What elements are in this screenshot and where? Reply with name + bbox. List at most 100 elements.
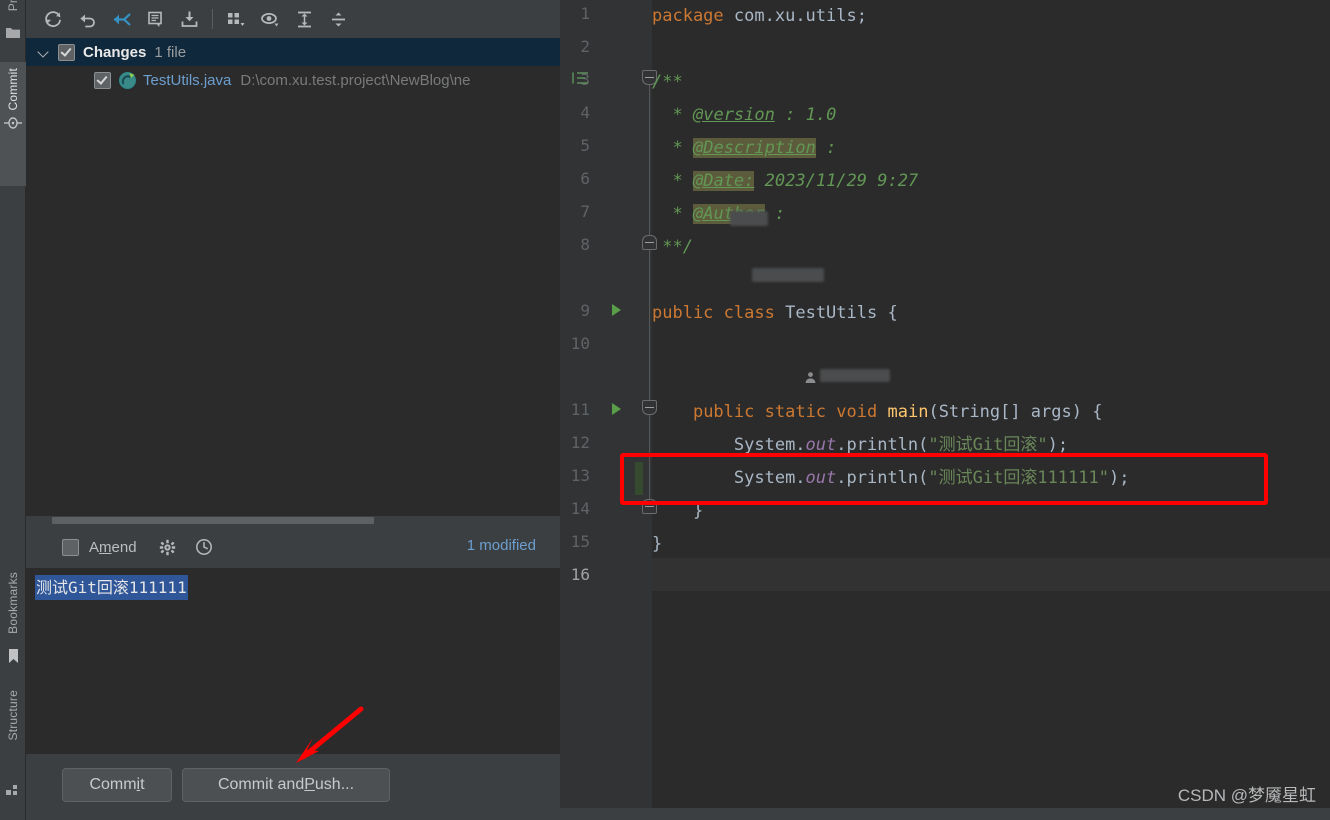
tool-window-bookmarks-label: Bookmarks [6,572,20,634]
changes-tree[interactable]: Changes 1 file TestUtils.java D:\com.xu.… [26,38,560,516]
expand-all-icon[interactable] [287,4,321,34]
token-class-name: TestUtils [785,303,878,323]
amend-label: Amend [89,538,137,556]
structure-icon [0,782,26,796]
chevron-down-icon[interactable] [36,44,52,60]
commit-toolbar [26,0,570,38]
redacted-vcs-annotation-class [752,268,824,282]
code-line-5: * @Description : [652,132,836,165]
changes-file-checkbox[interactable] [94,71,111,89]
tool-window-structure[interactable]: Structure [0,690,26,741]
show-diff-icon[interactable] [104,4,138,34]
token-date-value: 2023/11/29 9:27 [764,171,919,191]
clock-icon[interactable] [195,538,213,556]
commit-tool-window: Changes 1 file TestUtils.java D:\com.xu.… [26,0,570,820]
token-system: System. [733,468,806,488]
code-line-4: * @version : 1.0 [652,99,836,132]
token-javadoc-close: **/ [662,237,693,257]
tool-window-project[interactable]: Pro [0,0,26,11]
preview-diff-icon[interactable] [253,4,287,34]
java-class-icon [119,71,136,89]
code-line-8: **/ [652,231,693,264]
changes-file-path: D:\com.xu.test.project\NewBlog\ne [240,71,471,89]
editor-bottom-strip [560,808,1330,820]
line-number: 5 [580,136,590,155]
changes-tree-hscrollbar-thumb[interactable] [52,517,374,524]
token-close-stmt: ); [1108,468,1130,488]
run-method-icon[interactable] [612,403,621,415]
commit-and-push-button[interactable]: Commit and Push... [182,768,390,802]
changes-node-count: 1 file [154,43,187,61]
code-line-15: } [652,528,662,561]
code-line-13: System.out.println("测试Git回滚111111"); [652,462,1130,495]
token-tag-description: @Description [692,138,816,158]
refresh-icon[interactable] [36,4,70,34]
token-author-sep: : [774,204,786,224]
changes-file-name: TestUtils.java [143,71,232,89]
tool-window-commit-label: Commit [6,68,20,111]
token-out-field: out [805,435,837,455]
person-icon [804,369,817,389]
token-description-sep: : [826,138,837,158]
code-line-11: public static void main(String[] args) { [652,396,1103,429]
token-version-sep: : [785,105,796,125]
token-doc-star: * [672,171,683,191]
line-number: 9 [580,301,590,320]
token-javadoc-open: /** [652,72,683,92]
folder-icon[interactable] [0,26,26,40]
tool-window-project-label: Pro [6,0,20,12]
commit-button[interactable]: Comm i t [62,768,172,802]
redacted-author-value [730,211,768,226]
line-number: 12 [570,433,590,452]
line-number: 6 [580,169,590,188]
code-line-6: * @Date: 2023/11/29 9:27 [652,165,918,198]
code-editor[interactable]: 1 2 3 4 5 6 7 8 9 10 11 12 13 14 15 16 p… [560,0,1330,820]
tool-window-structure-label: Structure [6,690,20,741]
collapse-all-icon[interactable] [321,4,355,34]
token-main-method: main [887,402,929,422]
token-package-keyword: package [652,6,724,26]
group-by-icon[interactable] [219,4,253,34]
commit-message-history-icon[interactable] [138,4,172,34]
token-doc-star: * [672,204,683,224]
changes-node-label: Changes [83,43,147,61]
commit-node-icon [4,115,22,134]
rollback-icon[interactable] [70,4,104,34]
code-line-12: System.out.println("测试Git回滚"); [652,429,1068,462]
token-println: .println( [836,468,929,488]
line-number-current: 16 [570,565,590,584]
token-class-keyword: class [723,303,775,323]
commit-message-input[interactable]: 测试Git回滚111111 [26,568,560,754]
gear-icon[interactable] [159,539,176,556]
changes-tree-hscrollbar[interactable] [26,516,534,525]
amend-checkbox[interactable] [62,538,79,556]
token-main-params: (String[] args) { [928,402,1103,422]
update-project-icon[interactable] [172,4,206,34]
token-brace-open: { [887,303,898,323]
editor-gutter[interactable]: 1 2 3 4 5 6 7 8 9 10 11 12 13 14 15 16 [560,0,657,820]
code-line-9: public class TestUtils { [652,297,898,330]
changes-node-header[interactable]: Changes 1 file [26,38,560,66]
token-doc-star: * [672,138,683,158]
token-out-field: out [805,468,837,488]
vcs-change-marker[interactable] [635,462,643,496]
changes-file-row[interactable]: TestUtils.java D:\com.xu.test.project\Ne… [26,66,560,94]
token-public-keyword: public [652,303,714,323]
token-tag-date: @Date: [692,171,755,191]
token-static-keyword: static [764,402,827,422]
editor-text-area[interactable]: package com.xu.utils; /** * @version : 1… [652,0,1330,820]
tool-window-bookmarks[interactable]: Bookmarks [0,572,26,634]
line-number: 14 [570,499,590,518]
tool-window-commit[interactable]: Commit [0,62,26,186]
run-class-icon[interactable] [612,304,621,316]
token-version-value: 1.0 [805,105,837,125]
line-number: 8 [580,235,590,254]
line-number: 4 [580,103,590,122]
changes-node-checkbox[interactable] [58,43,75,61]
redacted-vcs-annotation-method [820,369,890,382]
line-number: 13 [570,466,590,485]
watermark: CSDN @梦魇星虹 [1177,786,1316,805]
token-string-literal: "测试Git回滚" [928,435,1048,455]
line-number: 1 [580,4,590,23]
toolbar-separator [212,9,213,29]
